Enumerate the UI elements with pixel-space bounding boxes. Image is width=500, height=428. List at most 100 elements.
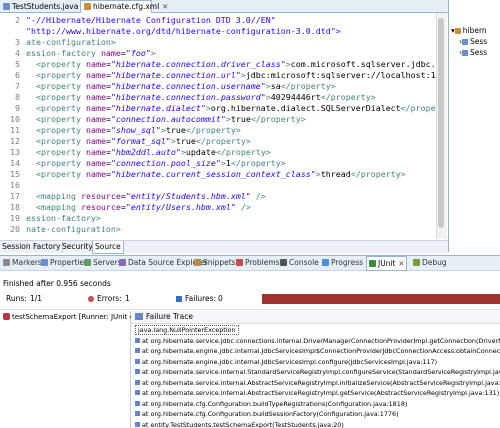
line-number: 4 bbox=[15, 48, 20, 58]
code-token: <property bbox=[26, 59, 86, 69]
code-token: com.microsoft.sqlserver.jdbc.SQLS bbox=[290, 59, 436, 69]
code-token: "entity/Users.hbm.xml" bbox=[125, 202, 236, 212]
markers-icon bbox=[3, 259, 10, 266]
code-token: "format_sql" bbox=[110, 136, 171, 146]
stack-frame-icon bbox=[135, 379, 140, 385]
tab-markers[interactable]: Markers bbox=[3, 258, 42, 268]
tab-source[interactable]: Source bbox=[92, 241, 124, 254]
line-number: 20 bbox=[10, 224, 20, 234]
code-text: <mapping resource="entity/Students.hbm.x… bbox=[26, 191, 266, 202]
tab-snippets[interactable]: Snippets bbox=[194, 258, 236, 268]
stack-trace-text: at org.hibernate.service.jdbc.connection… bbox=[142, 336, 500, 345]
code-token: <property bbox=[26, 92, 86, 102]
stack-trace-line[interactable]: at org.hibernate.cfg.Configuration.build… bbox=[135, 409, 399, 420]
test-tree-node[interactable]: testSchemaExport [Runner: JUnit 4] bbox=[3, 313, 137, 321]
code-token: 40294446rt bbox=[270, 92, 321, 102]
code-token: "hibernate.dialect" bbox=[110, 103, 206, 113]
stack-trace-text: at org.hibernate.service.internal.Abstra… bbox=[142, 389, 500, 397]
code-text: <property name="hibernate.dialect">org.h… bbox=[26, 103, 436, 114]
code-token: thread bbox=[320, 169, 351, 179]
code-token: name bbox=[100, 48, 121, 58]
code-token: "hibernate.connection.password" bbox=[110, 92, 266, 102]
line-number: 7 bbox=[15, 81, 20, 91]
properties-icon bbox=[41, 259, 48, 266]
stack-trace-line[interactable]: at entity.TestStudents.testSchemaExport(… bbox=[135, 420, 344, 428]
tab-junit[interactable]: JUnit ✕ bbox=[366, 256, 408, 271]
code-token: <property bbox=[26, 81, 86, 91]
tab-session-factory[interactable]: Session Factory bbox=[0, 241, 64, 253]
code-text: <property name="hibernate.connection.url… bbox=[26, 70, 436, 81]
code-text: ate-configuration> bbox=[26, 37, 116, 48]
code-token: ession-factory bbox=[26, 48, 101, 58]
stack-trace-text: at org.hibernate.service.internal.Standa… bbox=[142, 368, 500, 376]
tab-problems[interactable]: Problems bbox=[236, 258, 280, 268]
line-number: 2 bbox=[15, 15, 20, 25]
code-token: "entity/Students.hbm.xml" bbox=[125, 191, 251, 201]
code-token: </property> bbox=[230, 158, 286, 168]
tab-debug[interactable]: Debug bbox=[413, 258, 447, 268]
code-token: ate-configuration> bbox=[26, 37, 116, 47]
stack-trace-line[interactable]: at org.hibernate.service.internal.Abstra… bbox=[135, 388, 499, 399]
code-text: <mapping resource="entity/Users.hbm.xml"… bbox=[26, 202, 251, 213]
stack-trace-icon bbox=[135, 313, 143, 320]
stack-trace-line[interactable]: at org.hibernate.engine.jdbc.internal.Jd… bbox=[135, 357, 437, 368]
failure-trace-list[interactable]: java.lang.NullPointerException at org.hib… bbox=[131, 324, 500, 428]
stack-trace-line[interactable]: java.lang.NullPointerException bbox=[135, 325, 239, 336]
tab-security[interactable]: Security bbox=[60, 241, 96, 253]
failure-icon bbox=[176, 296, 182, 302]
line-number: 18 bbox=[10, 202, 20, 212]
tab-servers[interactable]: Servers bbox=[84, 258, 122, 268]
line-number: 17 bbox=[10, 191, 20, 201]
stack-trace-line[interactable]: at org.hibernate.service.jdbc.connection… bbox=[135, 336, 500, 347]
code-token: resource bbox=[80, 191, 121, 201]
code-text: <property name="hbm2ddl.auto">update</pr… bbox=[26, 147, 271, 158]
xml-element-icon bbox=[454, 28, 461, 34]
editor-mode-tabs: Session Factory Security Source bbox=[0, 240, 448, 254]
code-token: </property> bbox=[280, 81, 336, 91]
code-token: "connection.autocommit" bbox=[110, 114, 226, 124]
stack-trace-line[interactable]: at org.hibernate.service.internal.Standa… bbox=[135, 367, 500, 378]
code-token: nate-configuration> bbox=[26, 224, 121, 234]
code-token: true bbox=[230, 114, 251, 124]
outline-item[interactable]: › Sess bbox=[459, 48, 487, 57]
code-token: "http://www.hibernate.org/dtd/hibernate-… bbox=[26, 26, 341, 36]
servers-icon bbox=[84, 259, 91, 266]
code-token: <property bbox=[26, 169, 86, 179]
stack-trace-line[interactable]: at org.hibernate.cfg.Configuration.build… bbox=[135, 399, 407, 410]
code-text: <property name="show_sql">true</property… bbox=[26, 125, 241, 136]
stack-trace-line[interactable]: at org.hibernate.service.internal.Abstra… bbox=[135, 378, 500, 389]
close-icon[interactable]: ✕ bbox=[398, 260, 404, 268]
code-text: nate-configuration> bbox=[26, 224, 121, 235]
failures-value: 0 bbox=[218, 294, 223, 303]
code-text: <property name="format_sql">true</proper… bbox=[26, 136, 251, 147]
tab-progress[interactable]: Progress bbox=[322, 258, 363, 268]
outline-item[interactable]: › Sess bbox=[459, 37, 487, 46]
stack-trace-line[interactable]: at org.hibernate.engine.jdbc.internal.Jd… bbox=[135, 346, 500, 357]
failure-trace-header: Failure Trace bbox=[131, 311, 500, 324]
scrollbar-thumb[interactable] bbox=[438, 18, 444, 228]
code-token: resource bbox=[80, 202, 121, 212]
console-icon bbox=[280, 259, 287, 266]
code-token: <property bbox=[26, 114, 86, 124]
line-number: 16 bbox=[10, 180, 20, 190]
code-token: </property> bbox=[350, 169, 406, 179]
editor-tab-label: hibernate.cfg.xml bbox=[93, 2, 160, 11]
code-text: ession-factory> bbox=[26, 213, 101, 224]
code-token: name bbox=[85, 59, 106, 69]
divider bbox=[0, 309, 500, 310]
problems-icon bbox=[236, 259, 243, 266]
code-token: <property bbox=[26, 158, 86, 168]
editor-tab-hibernate-cfg[interactable]: hibernate.cfg.xml ✕ bbox=[80, 0, 168, 13]
close-icon[interactable]: ✕ bbox=[162, 3, 168, 11]
stack-frame-icon bbox=[135, 400, 140, 406]
outline-root-item[interactable]: ▾ hibern bbox=[451, 26, 487, 35]
editor-tab-teststudents[interactable]: TestStudents.java bbox=[0, 1, 82, 12]
code-token: sa bbox=[270, 81, 281, 91]
junit-finished-status: Finished after 0.956 seconds bbox=[3, 279, 111, 288]
line-number: 12 bbox=[10, 136, 20, 146]
stack-frame-icon bbox=[135, 369, 140, 374]
tab-properties[interactable]: Properties bbox=[41, 258, 88, 268]
tab-console[interactable]: Console bbox=[280, 258, 319, 268]
code-token: > bbox=[150, 48, 156, 58]
xml-source-editor[interactable]: 2 "-//Hibernate/Hibernate Configuration D… bbox=[0, 13, 436, 239]
